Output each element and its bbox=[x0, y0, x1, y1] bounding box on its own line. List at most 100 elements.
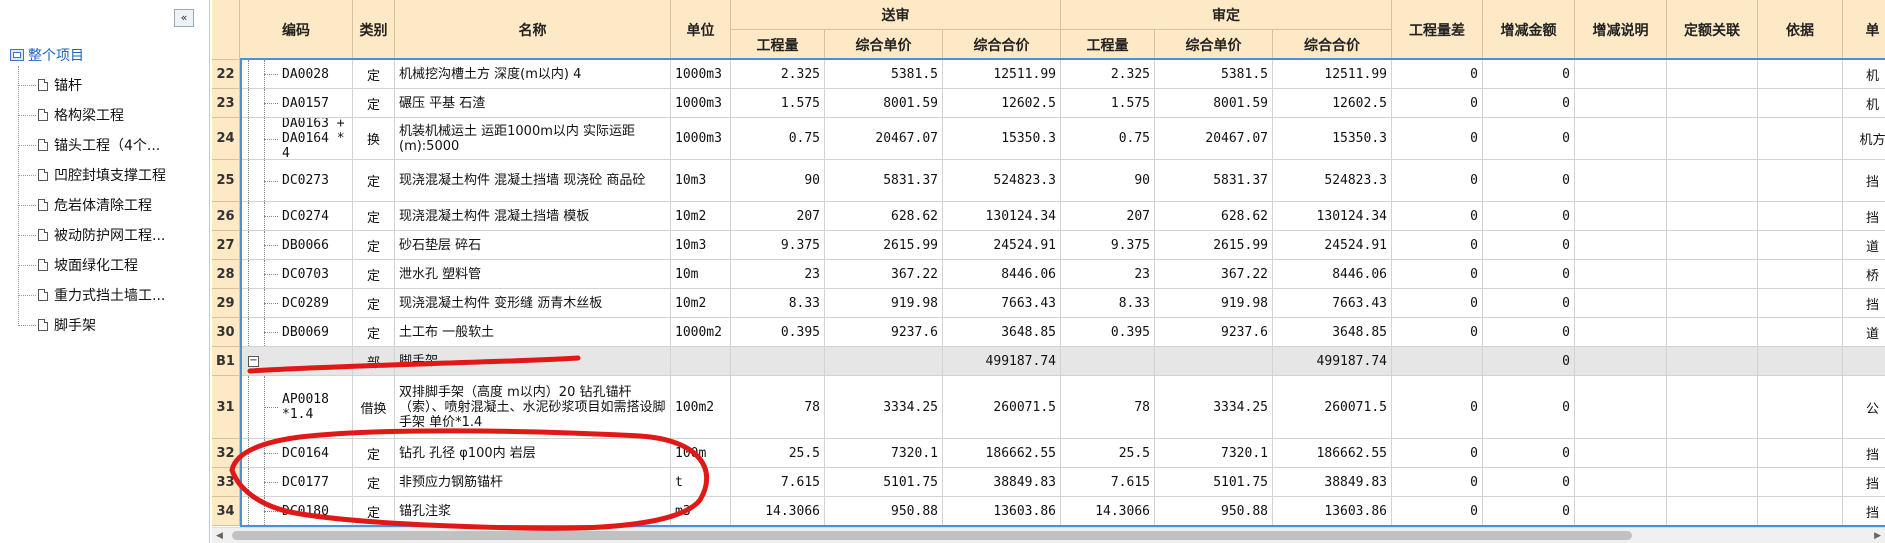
cell-ad[interactable]: 0 bbox=[1483, 118, 1575, 160]
cell-p1[interactable]: 5381.5 bbox=[825, 60, 943, 89]
cell-qd[interactable]: 0 bbox=[1392, 497, 1483, 526]
cell-unit[interactable]: 10m3 bbox=[671, 160, 731, 202]
cell-code[interactable]: DC0703 bbox=[240, 260, 353, 289]
cell-qd[interactable] bbox=[1392, 347, 1483, 376]
cell-dn[interactable] bbox=[1575, 260, 1667, 289]
scroll-left-icon[interactable]: ◀ bbox=[216, 531, 223, 541]
cell-p1[interactable]: 3334.25 bbox=[825, 376, 943, 439]
cell-ad[interactable]: 0 bbox=[1483, 439, 1575, 468]
cell-name[interactable]: 泄水孔 塑料管 bbox=[395, 260, 671, 289]
cell-p2[interactable]: 367.22 bbox=[1155, 260, 1273, 289]
cell-type[interactable]: 定 bbox=[353, 202, 395, 231]
cell-q2[interactable]: 14.3066 bbox=[1061, 497, 1155, 526]
cell-unit[interactable]: 1000m3 bbox=[671, 60, 731, 89]
cell-t2[interactable]: 15350.3 bbox=[1273, 118, 1392, 160]
cell-code[interactable]: DC0177 bbox=[240, 468, 353, 497]
collapse-group-icon[interactable]: − bbox=[248, 356, 259, 367]
cell-bs[interactable] bbox=[1758, 347, 1843, 376]
cell-t1[interactable]: 524823.3 bbox=[943, 160, 1061, 202]
cell-t1[interactable]: 12602.5 bbox=[943, 89, 1061, 118]
cell-ql[interactable] bbox=[1667, 497, 1758, 526]
cell-bs[interactable] bbox=[1758, 118, 1843, 160]
cell-name[interactable]: 机械挖沟槽土方 深度(m以内) 4 bbox=[395, 60, 671, 89]
column-header-code[interactable]: 编码 bbox=[240, 0, 353, 60]
column-group-send[interactable]: 送审 bbox=[731, 0, 1061, 30]
cell-name[interactable]: 机装机械运土 运距1000m以内 实际运距(m):5000 bbox=[395, 118, 671, 160]
tree-item[interactable]: 坡面绿化工程 bbox=[18, 254, 138, 276]
cell-tail[interactable]: 挡 bbox=[1843, 468, 1885, 497]
column-header-basis[interactable]: 依据 bbox=[1758, 0, 1843, 60]
tree-item[interactable]: 被动防护网工程... bbox=[18, 224, 165, 246]
cell-ql[interactable] bbox=[1667, 347, 1758, 376]
cell-ql[interactable] bbox=[1667, 318, 1758, 347]
column-header-send-qty[interactable]: 工程量 bbox=[731, 30, 825, 60]
cell-ql[interactable] bbox=[1667, 231, 1758, 260]
cell-bs[interactable] bbox=[1758, 89, 1843, 118]
cell-type[interactable]: 定 bbox=[353, 260, 395, 289]
cell-q1[interactable]: 14.3066 bbox=[731, 497, 825, 526]
cell-q2[interactable]: 9.375 bbox=[1061, 231, 1155, 260]
column-header-send-price[interactable]: 综合单价 bbox=[825, 30, 943, 60]
cell-p1[interactable]: 367.22 bbox=[825, 260, 943, 289]
column-header-amount-diff[interactable]: 增减金额 bbox=[1483, 0, 1575, 60]
cell-code[interactable]: DC0164 bbox=[240, 439, 353, 468]
cell-t2[interactable]: 186662.55 bbox=[1273, 439, 1392, 468]
cell-t1[interactable]: 24524.91 bbox=[943, 231, 1061, 260]
cell-p1[interactable]: 9237.6 bbox=[825, 318, 943, 347]
cell-ad[interactable]: 0 bbox=[1483, 497, 1575, 526]
cell-dn[interactable] bbox=[1575, 60, 1667, 89]
row-number[interactable]: 31 bbox=[212, 376, 240, 439]
cell-ql[interactable] bbox=[1667, 468, 1758, 497]
cell-tail[interactable] bbox=[1843, 347, 1885, 376]
cell-unit[interactable]: 100m2 bbox=[671, 376, 731, 439]
cell-ql[interactable] bbox=[1667, 260, 1758, 289]
cell-ql[interactable] bbox=[1667, 376, 1758, 439]
cell-t1[interactable]: 499187.74 bbox=[943, 347, 1061, 376]
cell-ql[interactable] bbox=[1667, 60, 1758, 89]
cell-t1[interactable]: 12511.99 bbox=[943, 60, 1061, 89]
cell-name[interactable]: 土工布 一般软土 bbox=[395, 318, 671, 347]
cell-tail[interactable]: 挡 bbox=[1843, 497, 1885, 526]
cell-q2[interactable]: 90 bbox=[1061, 160, 1155, 202]
cell-q1[interactable]: 9.375 bbox=[731, 231, 825, 260]
cell-name[interactable]: 锚孔注浆 bbox=[395, 497, 671, 526]
cell-type[interactable]: 定 bbox=[353, 318, 395, 347]
row-number[interactable]: 24 bbox=[212, 118, 240, 160]
row-number[interactable]: 25 bbox=[212, 160, 240, 202]
cell-t1[interactable]: 8446.06 bbox=[943, 260, 1061, 289]
cell-unit[interactable]: t bbox=[671, 468, 731, 497]
cell-ad[interactable]: 0 bbox=[1483, 160, 1575, 202]
cell-dn[interactable] bbox=[1575, 160, 1667, 202]
cell-type[interactable]: 定 bbox=[353, 60, 395, 89]
cell-q2[interactable]: 1.575 bbox=[1061, 89, 1155, 118]
cell-type[interactable]: 借换 bbox=[353, 376, 395, 439]
cell-p2[interactable]: 2615.99 bbox=[1155, 231, 1273, 260]
cell-ad[interactable]: 0 bbox=[1483, 347, 1575, 376]
column-header-quota-link[interactable]: 定额关联 bbox=[1667, 0, 1758, 60]
cell-dn[interactable] bbox=[1575, 376, 1667, 439]
cell-p2[interactable]: 919.98 bbox=[1155, 289, 1273, 318]
cell-q1[interactable]: 25.5 bbox=[731, 439, 825, 468]
cell-q1[interactable]: 0.75 bbox=[731, 118, 825, 160]
cell-unit[interactable]: 10m bbox=[671, 260, 731, 289]
tree-item[interactable]: 凹腔封填支撑工程 bbox=[18, 164, 166, 186]
cell-q1[interactable]: 1.575 bbox=[731, 89, 825, 118]
cell-bs[interactable] bbox=[1758, 376, 1843, 439]
scrollbar-thumb[interactable] bbox=[232, 531, 1632, 540]
cell-ql[interactable] bbox=[1667, 118, 1758, 160]
cell-code[interactable]: DA0157 bbox=[240, 89, 353, 118]
cell-t2[interactable]: 130124.34 bbox=[1273, 202, 1392, 231]
cell-q2[interactable]: 23 bbox=[1061, 260, 1155, 289]
cell-t1[interactable]: 13603.86 bbox=[943, 497, 1061, 526]
cell-name[interactable]: 现浇混凝土构件 变形缝 沥青木丝板 bbox=[395, 289, 671, 318]
cell-t2[interactable]: 38849.83 bbox=[1273, 468, 1392, 497]
cell-code[interactable]: DA0028 bbox=[240, 60, 353, 89]
cell-tail[interactable]: 道 bbox=[1843, 231, 1885, 260]
cell-bs[interactable] bbox=[1758, 468, 1843, 497]
cell-dn[interactable] bbox=[1575, 347, 1667, 376]
cell-type[interactable]: 定 bbox=[353, 89, 395, 118]
cell-q1[interactable]: 8.33 bbox=[731, 289, 825, 318]
cell-qd[interactable]: 0 bbox=[1392, 118, 1483, 160]
row-number[interactable]: 34 bbox=[212, 497, 240, 526]
cell-ql[interactable] bbox=[1667, 439, 1758, 468]
